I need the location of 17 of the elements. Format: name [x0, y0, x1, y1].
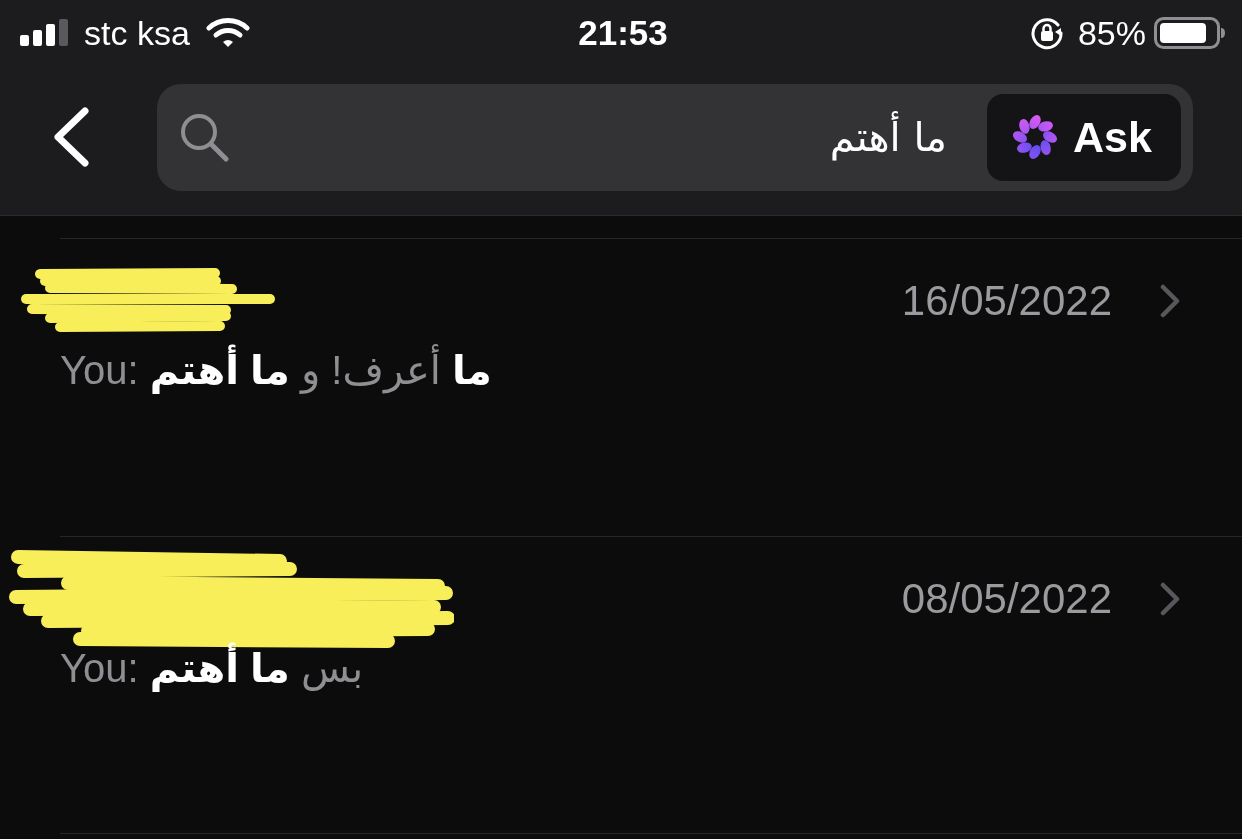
- signal-icon: [20, 19, 70, 46]
- chevron-icon: [52, 107, 90, 167]
- date-text: 16/05/2022: [901, 276, 1112, 326]
- message-preview: You: بس ما أهتم: [60, 643, 364, 693]
- search-icon: [179, 112, 229, 162]
- chevron-icon: [1160, 582, 1180, 616]
- battery-percent: 85%: [1077, 12, 1146, 53]
- ask-button[interactable]: Ask: [987, 93, 1181, 181]
- wifi-icon: [205, 16, 250, 49]
- battery-icon: [1154, 16, 1226, 49]
- chevron-icon: [1160, 284, 1180, 318]
- clock-time: 21:53: [578, 12, 668, 53]
- date-text: 08/05/2022: [901, 574, 1112, 624]
- back-button[interactable]: [52, 107, 90, 167]
- rotation-lock-icon: [1029, 15, 1064, 50]
- carrier-text: stc ksa: [84, 12, 190, 53]
- petal-ring-icon: [1011, 113, 1059, 161]
